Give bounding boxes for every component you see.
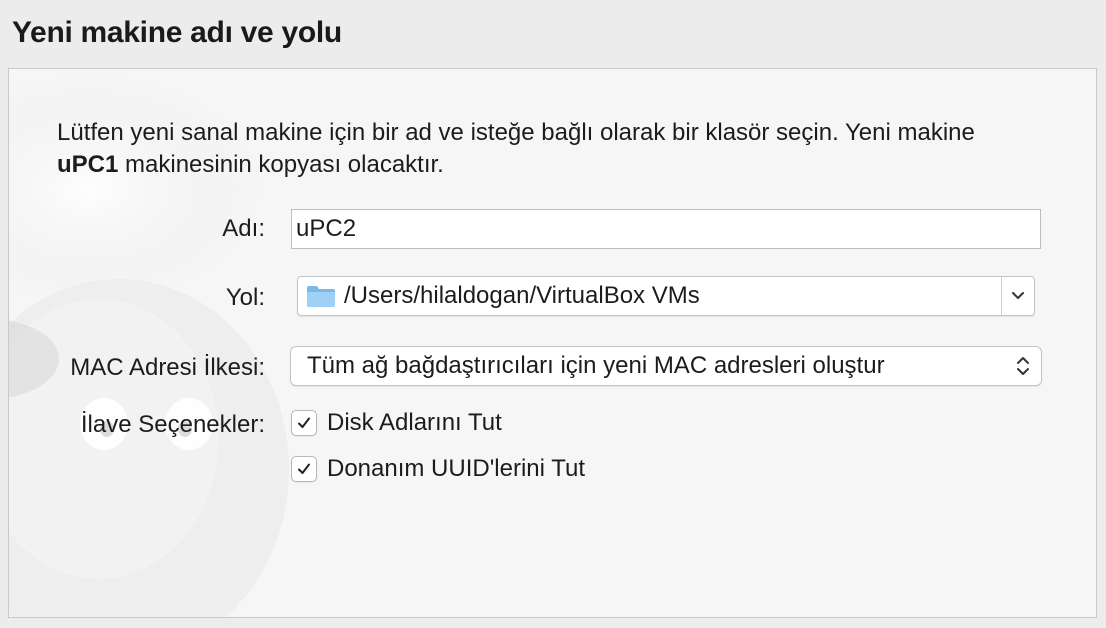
description-part-2: makinesinin kopyası olacaktır. [118, 151, 444, 178]
keep-disk-names-checkbox[interactable] [291, 410, 317, 436]
name-input[interactable] [291, 209, 1041, 249]
source-machine-name: uPC1 [57, 151, 119, 178]
checkmark-icon [298, 463, 310, 474]
keep-disk-names-label: Disk Adlarını Tut [327, 409, 502, 436]
path-value: /Users/hilaldogan/VirtualBox VMs [344, 282, 700, 309]
extra-options-label: İlave Seçenekler: [80, 411, 265, 438]
name-label: Adı: [222, 215, 265, 242]
path-combobox[interactable]: /Users/hilaldogan/VirtualBox VMs [297, 276, 1035, 316]
keep-hardware-uuids-checkbox[interactable] [291, 456, 317, 482]
settings-panel: Lütfen yeni sanal makine için bir ad ve … [8, 68, 1097, 618]
path-dropdown-button[interactable] [1002, 277, 1034, 315]
chevron-down-icon [1012, 292, 1024, 299]
mac-policy-select[interactable]: Tüm ağ bağdaştırıcıları için yeni MAC ad… [290, 346, 1042, 386]
page-title: Yeni makine adı ve yolu [12, 16, 342, 49]
updown-arrows-icon [1009, 351, 1037, 381]
keep-disk-names-option[interactable]: Disk Adlarını Tut [291, 409, 502, 437]
mac-policy-value: Tüm ağ bağdaştırıcıları için yeni MAC ad… [307, 352, 885, 379]
keep-hardware-uuids-option[interactable]: Donanım UUID'lerini Tut [291, 455, 585, 483]
folder-icon [307, 286, 335, 307]
path-label: Yol: [225, 284, 265, 311]
checkmark-icon [298, 417, 310, 428]
description-text: Lütfen yeni sanal makine için bir ad ve … [57, 117, 1037, 181]
keep-hardware-uuids-label: Donanım UUID'lerini Tut [327, 455, 585, 482]
description-part-1: Lütfen yeni sanal makine için bir ad ve … [57, 119, 975, 146]
mac-policy-label: MAC Adresi İlkesi: [70, 354, 265, 381]
